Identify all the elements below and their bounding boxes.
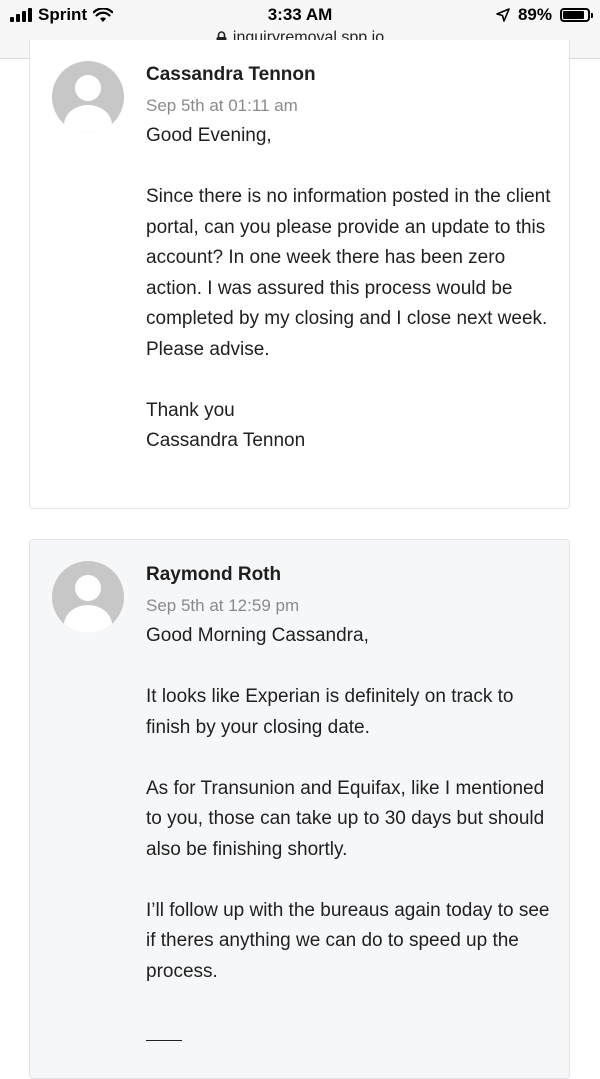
message-timestamp: Sep 5th at 12:59 pm — [146, 596, 300, 615]
message-paragraph: Good Morning Cassandra, — [146, 625, 369, 646]
avatar — [52, 61, 124, 133]
message-paragraph: As for Transunion and Equifax, like I me… — [146, 777, 545, 860]
message-body: Good Morning Cassandra, It looks like Ex… — [146, 621, 556, 987]
message-card: Raymond Roth Sep 5th at 12:59 pm Good Mo… — [29, 539, 570, 1079]
message-paragraph: Good Evening, — [146, 125, 272, 146]
battery-icon — [560, 8, 593, 22]
signature-divider — [146, 1040, 182, 1041]
message-body: Good Evening, Since there is no informat… — [146, 121, 556, 457]
message-timestamp: Sep 5th at 01:11 am — [146, 96, 298, 115]
location-arrow-icon — [496, 8, 510, 22]
author-name: Raymond Roth — [146, 564, 282, 585]
message-paragraph: Since there is no information posted in … — [146, 186, 551, 360]
avatar — [52, 561, 124, 633]
message-paragraph: Thank you Cassandra Tennon — [146, 399, 306, 452]
battery-fill — [563, 11, 585, 19]
battery-percent: 89% — [517, 5, 552, 24]
message-card: Cassandra Tennon Sep 5th at 01:11 am Goo… — [29, 40, 570, 509]
message-paragraph: I’ll follow up with the bureaus again to… — [146, 899, 550, 982]
message-paragraph: It looks like Experian is definitely on … — [146, 686, 514, 738]
author-name: Cassandra Tennon — [146, 64, 316, 85]
status-right: 89% — [496, 5, 593, 25]
